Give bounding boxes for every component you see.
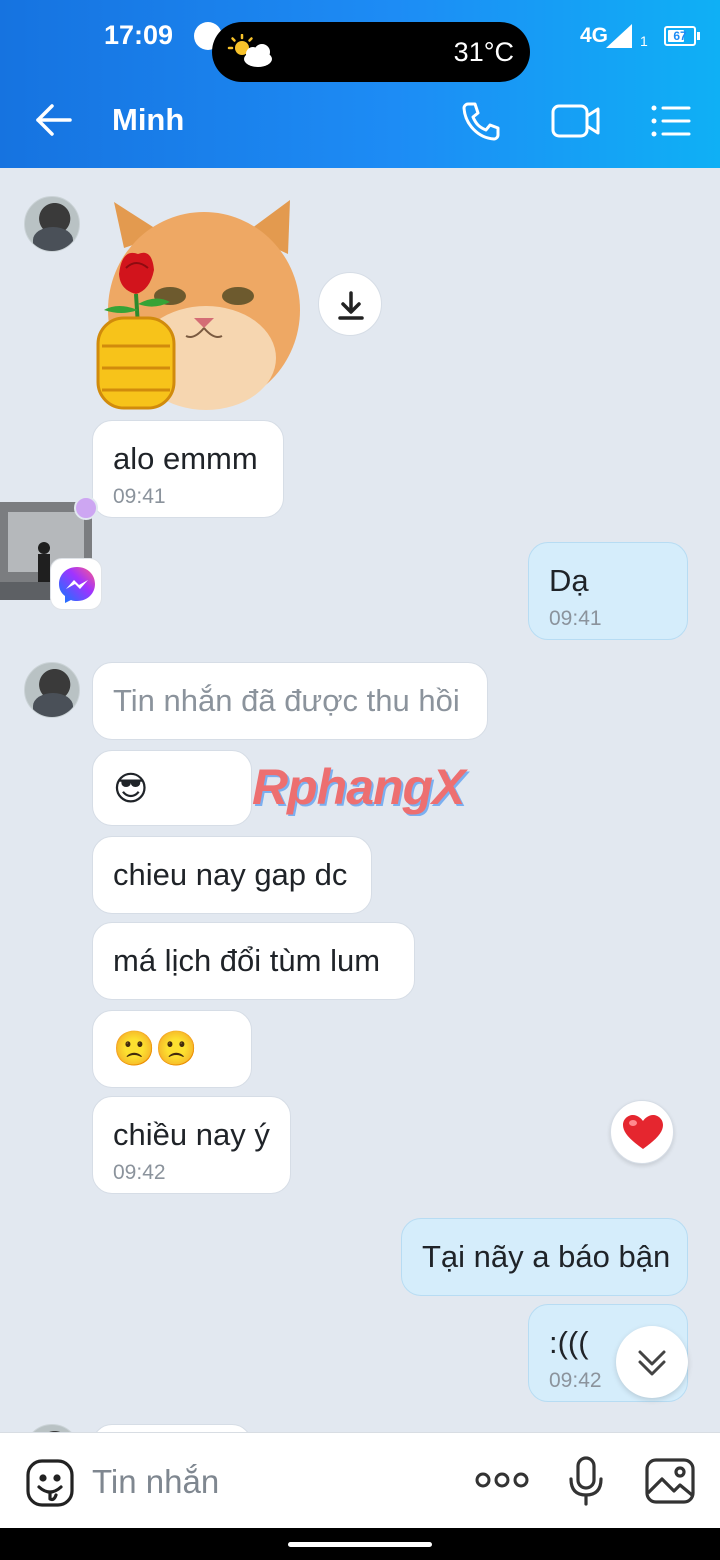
message-bubble-recalled[interactable]: Tin nhắn đã được thu hồi [92, 662, 488, 740]
message-bubble-partial [92, 1424, 252, 1432]
avatar [24, 1424, 80, 1432]
message-bubble-m8[interactable]: 🙁🙁 [92, 1010, 252, 1088]
heart-reaction-button[interactable] [610, 1100, 674, 1164]
message-text: chieu nay gap dc [113, 857, 348, 892]
message-time: 09:41 [549, 607, 602, 630]
phone-icon[interactable] [460, 100, 502, 147]
home-indicator[interactable] [288, 1542, 432, 1547]
battery-level: 67 [673, 29, 687, 43]
cat-rose-sticker[interactable] [94, 198, 304, 414]
avatar[interactable] [24, 196, 80, 252]
menu-list-icon[interactable] [650, 100, 692, 147]
scroll-to-bottom-button[interactable] [616, 1326, 688, 1398]
message-text: Dạ [549, 563, 589, 598]
chat-area[interactable]: alo emmm 09:41 Dạ 09:41 Tin nhắn đã được… [0, 168, 720, 1432]
weather-icon [226, 33, 278, 75]
microphone-icon[interactable] [566, 1455, 606, 1512]
status-bar: 17:09 31°C 4G 1 67 [0, 0, 720, 82]
input-bar: Tin nhắn [0, 1432, 720, 1528]
message-input[interactable]: Tin nhắn [92, 1463, 219, 1501]
signal-icon [606, 24, 634, 53]
message-bubble-m10[interactable]: Tại nãy a báo bận [401, 1218, 688, 1296]
message-emoji: 😎 [113, 770, 149, 808]
message-text: má lịch đổi tùm lum [113, 943, 381, 978]
image-gallery-icon[interactable] [644, 1457, 696, 1510]
message-text: chiều nay ý [113, 1117, 270, 1152]
watermark-text: RphangX [252, 759, 465, 815]
message-bubble-m6[interactable]: chieu nay gap dc [92, 836, 372, 914]
network-type: 4G [580, 24, 609, 47]
message-bubble-m2[interactable]: alo emmm 09:41 [92, 420, 284, 518]
message-bubble-m3[interactable]: Dạ 09:41 [528, 542, 688, 640]
battery-icon: 67 [664, 26, 700, 46]
message-emoji: 🙁🙁 [113, 1030, 198, 1068]
system-nav-bar [0, 1528, 720, 1560]
message-text: alo emmm [113, 441, 258, 476]
video-call-icon[interactable] [550, 100, 602, 147]
back-arrow-icon[interactable] [34, 100, 74, 145]
message-text: Tin nhắn đã được thu hồi [113, 683, 460, 718]
temperature-text: 31°C [453, 37, 514, 67]
sim-slot: 1 [640, 33, 648, 49]
avatar[interactable] [24, 662, 80, 718]
chat-header: Minh [0, 72, 720, 168]
contact-name[interactable]: Minh [112, 102, 184, 138]
message-time: 09:42 [113, 1161, 166, 1184]
message-time: 09:41 [113, 485, 166, 508]
message-bubble-m5[interactable]: 😎 [92, 750, 252, 826]
sticker-emoji-icon[interactable] [24, 1457, 76, 1514]
more-options-icon[interactable] [474, 1467, 530, 1498]
messenger-badge-icon [50, 558, 102, 610]
top-bar: 17:09 31°C 4G 1 67 Minh [0, 0, 720, 168]
message-bubble-m7[interactable]: má lịch đổi tùm lum [92, 922, 415, 1000]
download-button[interactable] [318, 272, 382, 336]
message-text: Tại nãy a báo bận [422, 1239, 671, 1274]
chat-head-status-dot [74, 496, 98, 520]
status-time: 17:09 [104, 20, 174, 50]
message-bubble-m9[interactable]: chiều nay ý 09:42 [92, 1096, 291, 1194]
